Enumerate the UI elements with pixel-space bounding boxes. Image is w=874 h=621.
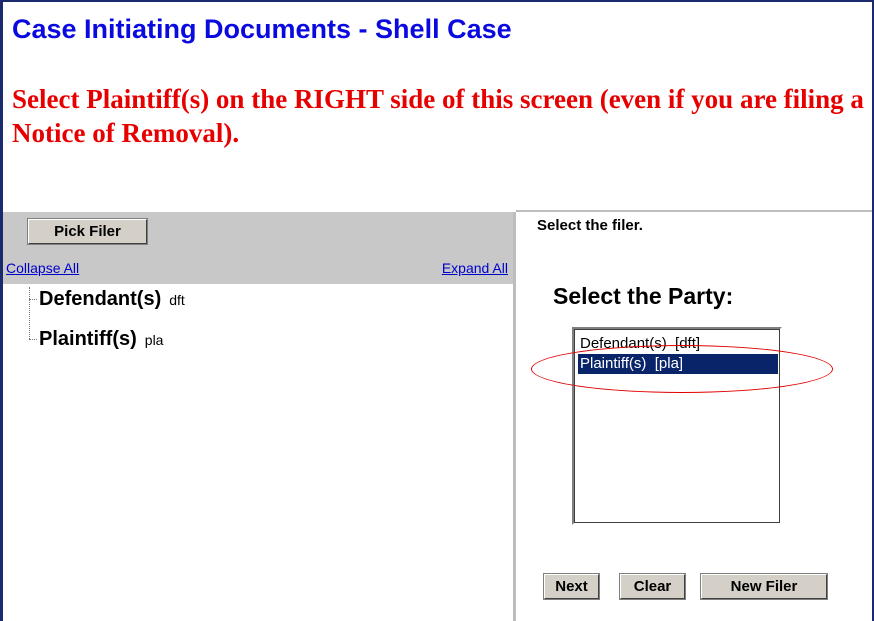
tree-node-label: Defendant(s) <box>39 288 162 310</box>
tree-node-code: pla <box>144 332 164 348</box>
new-filer-button[interactable]: New Filer <box>700 573 828 600</box>
instruction-text: Select Plaintiff(s) on the RIGHT side of… <box>12 84 864 148</box>
tree-node-code: dft <box>169 292 185 308</box>
collapse-all-link[interactable]: Collapse All <box>6 260 79 276</box>
tree-connector <box>29 287 30 339</box>
filer-tree-toolbar: Pick Filer Collapse All Expand All <box>3 212 513 284</box>
party-select-list[interactable]: Defendant(s) [dft] Plaintiff(s) [pla] <box>572 327 782 525</box>
expand-all-link[interactable]: Expand All <box>442 260 508 276</box>
select-party-heading: Select the Party: <box>553 283 734 309</box>
party-option-defendants[interactable]: Defendant(s) [dft] <box>578 334 778 354</box>
tree-node-defendants[interactable]: Defendant(s) dft <box>39 288 185 311</box>
clear-button[interactable]: Clear <box>619 573 686 600</box>
pick-filer-button[interactable]: Pick Filer <box>27 218 148 245</box>
tree-node-label: Plaintiff(s) <box>39 328 137 350</box>
tree-connector <box>29 299 37 300</box>
select-filer-label: Select the filer. <box>537 217 643 234</box>
pane-divider[interactable] <box>513 212 516 621</box>
tree-node-plaintiffs[interactable]: Plaintiff(s) pla <box>39 328 163 351</box>
party-option-plaintiffs[interactable]: Plaintiff(s) [pla] <box>578 354 778 374</box>
window-top-border <box>0 0 874 2</box>
filer-tree-panel: Pick Filer Collapse All Expand All Defen… <box>3 212 513 621</box>
page-title: Case Initiating Documents - Shell Case <box>12 14 512 44</box>
right-pane-border <box>516 210 872 212</box>
next-button[interactable]: Next <box>543 573 600 600</box>
tree-connector <box>29 339 37 340</box>
